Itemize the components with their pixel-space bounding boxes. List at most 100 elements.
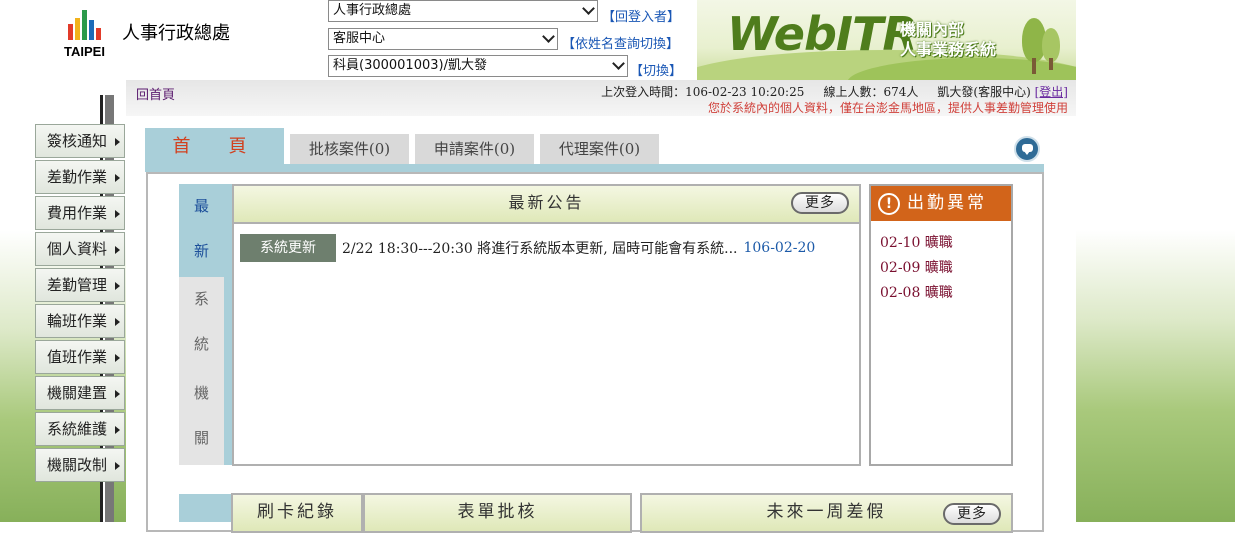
vtab-separator <box>224 184 232 465</box>
name-search-switch-link[interactable]: 【依姓名查詢切換】 <box>562 33 679 52</box>
caret-right-icon <box>115 138 120 146</box>
home-link[interactable]: 回首頁 <box>136 84 175 103</box>
caret-right-icon <box>115 174 120 182</box>
sidebar-item-label: 費用作業 <box>47 204 108 222</box>
role-select-value: 科員(300001003)/凱大發 <box>333 58 487 73</box>
vtab-char: 最 <box>193 197 209 215</box>
vtab-char: 新 <box>193 242 209 260</box>
unit-select[interactable]: 客服中心 <box>328 28 558 50</box>
sidebar-item-attendance-mgmt[interactable]: 差勤管理 <box>35 268 125 302</box>
last-login-time: 上次登入時間：106-02-23 10:20:25 <box>601 85 805 99</box>
vtab-char: 關 <box>193 429 209 447</box>
tab-approval-cases[interactable]: 批核案件(0) <box>290 134 409 164</box>
news-header: 最新公告 更多 <box>234 186 859 224</box>
chevron-down-icon <box>582 2 595 15</box>
attendance-panel: ! 出勤異常 02-10 曠職 02-09 曠職 02-08 曠職 <box>869 184 1013 466</box>
attendance-title: 出勤異常 <box>907 193 987 213</box>
logout-link[interactable]: [登出] <box>1035 85 1068 99</box>
bottom-vtab <box>179 494 232 522</box>
card-record-panel: 刷卡紀錄 <box>231 493 363 533</box>
header: TAIPEI 人事行政總處 人事行政總處 【回登入者】 客服中心 【依姓名查詢切… <box>0 0 1076 80</box>
next-week-leave-panel: 未來一周差假 更多 <box>640 493 1013 533</box>
org-select-value: 人事行政總處 <box>333 3 412 18</box>
sidebar-item-label: 機關改制 <box>47 456 108 474</box>
caret-right-icon <box>115 318 120 326</box>
tab-application-cases[interactable]: 申請案件(0) <box>415 134 534 164</box>
chat-bubble <box>1022 144 1033 155</box>
sidebar-item-duty-ops[interactable]: 值班作業 <box>35 340 125 374</box>
sidebar-item-label: 機關建置 <box>47 384 108 402</box>
next-week-leave-title: 未來一周差假 <box>766 502 887 522</box>
tab-home[interactable]: 首 頁 <box>145 128 284 172</box>
form-approve-title: 表單批核 <box>457 502 538 522</box>
tree-trunk <box>1049 58 1053 70</box>
sidebar-item-shift-ops[interactable]: 輪班作業 <box>35 304 125 338</box>
sidebar-item-sign-notice[interactable]: 簽核通知 <box>35 124 125 158</box>
vtab-char: 統 <box>193 335 209 353</box>
sidebar-item-org-setup[interactable]: 機關建置 <box>35 376 125 410</box>
sidebar-item-label: 簽核通知 <box>47 132 108 150</box>
org-title: 人事行政總處 <box>122 23 230 44</box>
chat-icon[interactable] <box>1014 136 1040 162</box>
login-info: 上次登入時間：106-02-23 10:20:25 線上人數：674人 凱大發(… <box>601 83 1068 100</box>
background-right <box>1076 0 1235 522</box>
chevron-down-icon <box>612 57 625 70</box>
sidebar-item-label: 輪班作業 <box>47 312 108 330</box>
switch-link[interactable]: 【切換】 <box>630 60 682 79</box>
webitr-banner: WebITR 機關內部 人事業務系統 <box>697 0 1076 80</box>
caret-right-icon <box>115 246 120 254</box>
sidebar-item-label: 系統維護 <box>47 420 108 438</box>
caret-right-icon <box>115 390 120 398</box>
caret-right-icon <box>115 354 120 362</box>
vtab-char: 機 <box>193 384 209 402</box>
sidebar-item-label: 個人資料 <box>47 240 108 258</box>
sidebar-item-org-restructure[interactable]: 機關改制 <box>35 448 125 482</box>
vtab-char: 系 <box>193 290 209 308</box>
caret-right-icon <box>115 210 120 218</box>
online-count: 線上人數：674人 <box>823 85 919 99</box>
sidebar: 簽核通知 差勤作業 費用作業 個人資料 差勤管理 輪班作業 值班作業 機關建置 … <box>35 124 125 484</box>
sidebar-item-system-maintenance[interactable]: 系統維護 <box>35 412 125 446</box>
org-select[interactable]: 人事行政總處 <box>328 0 598 22</box>
chevron-down-icon <box>542 30 555 43</box>
card-record-title: 刷卡紀錄 <box>257 502 337 522</box>
sidebar-item-label: 差勤作業 <box>47 168 108 186</box>
attendance-list: 02-10 曠職 02-09 曠職 02-08 曠職 <box>871 221 1011 308</box>
sidebar-item-expense-ops[interactable]: 費用作業 <box>35 196 125 230</box>
privacy-notice: 您於系統內的個人資料，僅在台澎金馬地區，提供人事差勤管理使用 <box>707 101 1068 115</box>
tree-icon <box>1042 28 1060 62</box>
banner-brand: WebITR <box>727 7 918 61</box>
sidebar-item-attendance-ops[interactable]: 差勤作業 <box>35 160 125 194</box>
main-tabs: 首 頁 批核案件(0) 申請案件(0) 代理案件(0) <box>145 128 1044 172</box>
tree-trunk <box>1032 58 1036 74</box>
back-to-login-link[interactable]: 【回登入者】 <box>602 6 680 25</box>
sidebar-item-label: 差勤管理 <box>47 276 108 294</box>
news-category-badge: 系統更新 <box>240 234 336 262</box>
caret-right-icon <box>115 282 120 290</box>
top-info-bar: 回首頁 上次登入時間：106-02-23 10:20:25 線上人數：674人 … <box>126 80 1076 116</box>
news-panel: 最新公告 更多 系統更新 2/22 18:30---20:30 將進行系統版本更新… <box>232 184 861 466</box>
news-item-date: 106-02-20 <box>743 240 816 256</box>
form-approve-panel: 表單批核 <box>363 493 632 533</box>
news-title: 最新公告 <box>508 193 585 212</box>
caret-right-icon <box>115 426 120 434</box>
news-item-text[interactable]: 2/22 18:30---20:30 將進行系統版本更新, 屆時可能會有系統..… <box>342 241 737 257</box>
caret-right-icon <box>115 462 120 470</box>
attendance-item[interactable]: 02-09 曠職 <box>880 258 1011 283</box>
attendance-item[interactable]: 02-10 曠職 <box>880 233 1011 258</box>
tab-proxy-cases[interactable]: 代理案件(0) <box>540 134 659 164</box>
news-more-button[interactable]: 更多 <box>791 192 849 214</box>
vtab-system[interactable]: 系 統 <box>179 277 224 371</box>
current-user: 凱大發(客服中心) <box>937 85 1031 99</box>
alert-icon: ! <box>878 193 900 215</box>
vtab-agency[interactable]: 機 關 <box>179 371 224 465</box>
sidebar-item-label: 值班作業 <box>47 348 108 366</box>
banner-line-2: 人事業務系統 <box>900 40 997 59</box>
unit-select-value: 客服中心 <box>333 31 386 46</box>
news-item[interactable]: 系統更新 2/22 18:30---20:30 將進行系統版本更新, 屆時可能會有… <box>240 234 815 262</box>
sidebar-item-personal-data[interactable]: 個人資料 <box>35 232 125 266</box>
vtab-latest[interactable]: 最 新 <box>179 184 224 277</box>
attendance-item[interactable]: 02-08 曠職 <box>880 283 1011 308</box>
attendance-header: ! 出勤異常 <box>871 186 1011 221</box>
role-select[interactable]: 科員(300001003)/凱大發 <box>328 55 628 77</box>
